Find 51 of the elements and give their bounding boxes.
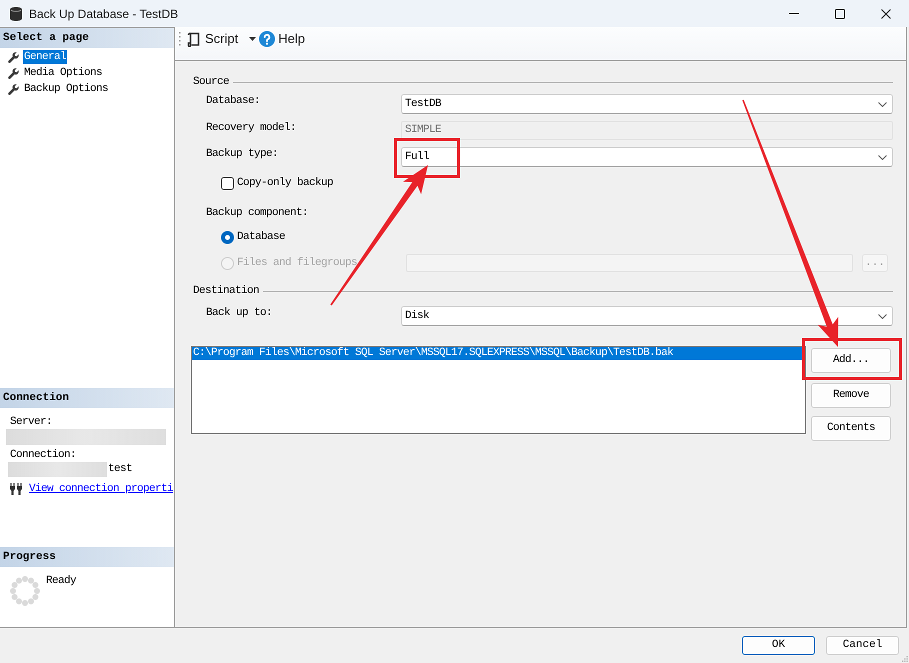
back-up-to-dropdown[interactable]: Disk (401, 306, 893, 326)
section-header: Progress (0, 547, 174, 567)
field-label: Server: (10, 414, 52, 430)
minimize-icon (789, 13, 799, 14)
toolbar-grip-icon (178, 31, 181, 47)
checkbox[interactable] (221, 176, 234, 190)
chevron-down-icon (878, 154, 887, 160)
database-icon (10, 6, 22, 20)
list-item[interactable]: C:\Program Files\Microsoft SQL Server\MSSQL17.SQLEXPRESS\MSSQL\Backup\TestDB.bak (192, 347, 805, 360)
checkbox-label[interactable]: Copy-only backup (237, 176, 334, 190)
status-text: Ready (46, 574, 76, 588)
chevron-down-icon (878, 314, 887, 318)
spinner-icon (10, 576, 40, 606)
field-label: Connection: (10, 448, 76, 463)
backup-type-dropdown[interactable]: Full (401, 147, 893, 167)
field-label: Recovery model: (206, 122, 296, 134)
help-icon (259, 31, 276, 47)
window-title: Back Up Database - TestDB (29, 6, 178, 22)
page-item[interactable]: Media Options (23, 66, 104, 80)
maximize-icon (835, 8, 845, 18)
script-icon (187, 32, 200, 46)
ok-button[interactable]: OK (742, 636, 815, 655)
side-button[interactable]: Remove (811, 383, 891, 408)
section-heading: Source (193, 75, 230, 89)
connection-value: test (108, 462, 132, 478)
section-header: Select a page (0, 28, 174, 48)
page-item[interactable]: Backup Options (23, 82, 110, 96)
section-header: Connection (0, 388, 174, 408)
radio-label[interactable]: Database (237, 230, 286, 244)
section-heading: Destination (193, 284, 260, 298)
caret-down-icon (249, 37, 256, 41)
script-button[interactable]: Script (187, 29, 238, 49)
field-label: Backup type: (206, 148, 278, 160)
field-label: Backup component: (206, 206, 308, 220)
page-item[interactable]: General (23, 50, 68, 64)
help-button[interactable]: Help (259, 29, 305, 49)
radio-button[interactable] (221, 230, 234, 244)
resize-grip-icon (902, 656, 908, 662)
link[interactable]: View connection properti (29, 480, 174, 498)
chevron-down-icon (878, 102, 887, 106)
database-dropdown[interactable]: TestDB (401, 94, 893, 114)
cancel-button[interactable]: Cancel (826, 636, 899, 655)
side-button[interactable]: Add... (811, 348, 891, 373)
wrench-icon (8, 52, 19, 62)
plug-icon (9, 483, 23, 495)
wrench-icon (8, 84, 19, 94)
wrench-icon (8, 68, 19, 78)
side-button[interactable]: Contents (811, 416, 891, 441)
field-label: Database: (206, 95, 260, 107)
close-icon (881, 8, 891, 18)
field-label: Back up to: (206, 307, 272, 319)
